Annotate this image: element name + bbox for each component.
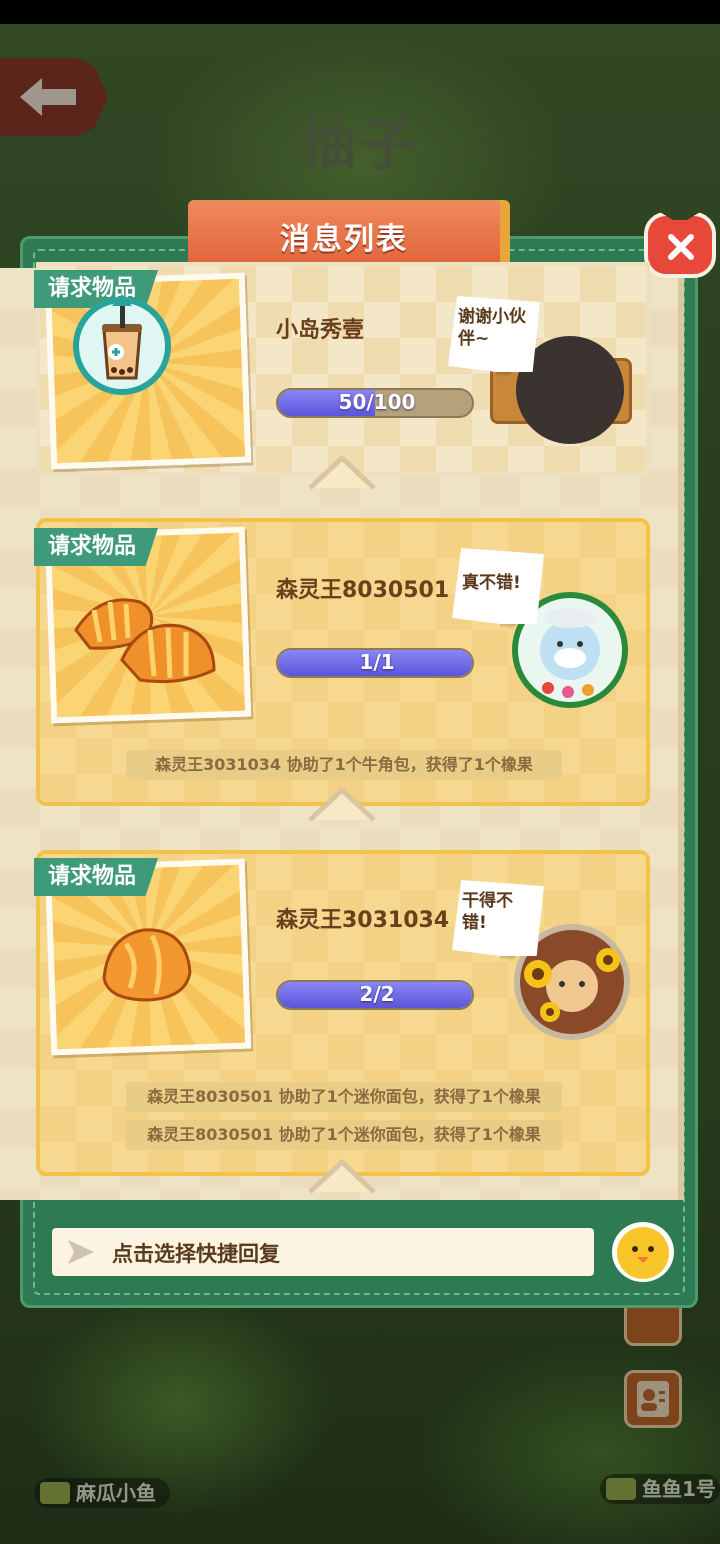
progress-text: 50/100 bbox=[338, 390, 416, 414]
requester-name: 森灵王3031034 bbox=[276, 908, 450, 933]
requester-name: 小岛秀壹 bbox=[276, 318, 365, 343]
chick-emoji-icon bbox=[617, 1227, 669, 1279]
chevron-up-icon[interactable] bbox=[306, 784, 378, 824]
progress-text: 1/1 bbox=[359, 650, 395, 674]
close-x-icon bbox=[668, 234, 694, 260]
bubble-tea-icon bbox=[70, 292, 174, 396]
chevron-up-icon[interactable] bbox=[306, 452, 378, 492]
assist-log-line: 森灵王8030501 协助了1个迷你面包，获得了1个橡果 bbox=[126, 1082, 562, 1112]
quick-reply-placeholder: 点击选择快捷回复 bbox=[112, 1242, 280, 1266]
close-button[interactable] bbox=[644, 212, 716, 278]
chevron-up-icon[interactable] bbox=[306, 1156, 378, 1196]
assist-log-line: 森灵王3031034 协助了1个牛角包，获得了1个橡果 bbox=[126, 750, 562, 780]
status-bar bbox=[0, 0, 720, 24]
requester-name: 森灵王8030501 bbox=[276, 578, 450, 603]
send-icon bbox=[66, 1238, 96, 1270]
dialog-title: 消息列表 bbox=[280, 222, 408, 257]
mini-bread-icon bbox=[98, 922, 194, 1006]
speech-bubble: 干得不错! bbox=[452, 880, 544, 956]
request-tag: 请求物品 bbox=[34, 528, 159, 566]
croissant-icon bbox=[70, 590, 220, 686]
speech-bubble: 谢谢小伙伴~ bbox=[448, 296, 540, 372]
speech-bubble: 真不错! bbox=[452, 548, 544, 624]
emoji-button[interactable] bbox=[612, 1222, 674, 1282]
progress-text: 2/2 bbox=[359, 982, 395, 1006]
assist-log-line: 森灵王8030501 协助了1个迷你面包，获得了1个橡果 bbox=[126, 1120, 562, 1150]
request-tag: 请求物品 bbox=[34, 858, 159, 896]
